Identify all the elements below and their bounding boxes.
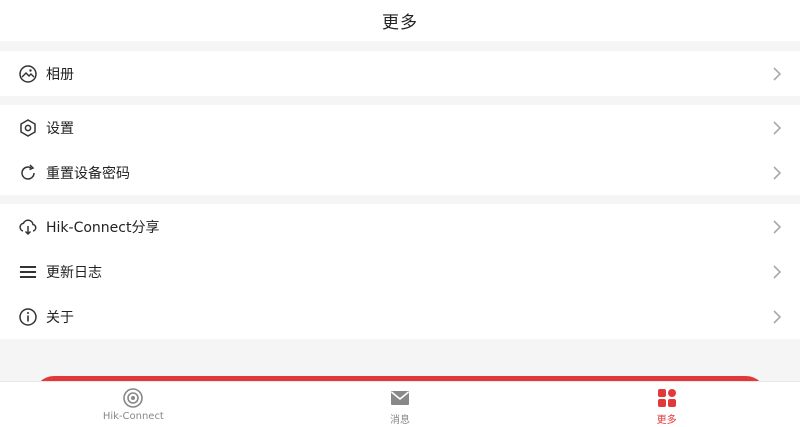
tab-label: Hik-Connect	[102, 411, 164, 422]
cloud-share-icon	[18, 217, 38, 237]
tab-more[interactable]: 更多	[533, 382, 800, 427]
tab-hik-connect[interactable]: Hik-Connect	[0, 382, 267, 427]
menu-item-album[interactable]: 相册	[0, 51, 800, 96]
chevron-right-icon	[772, 219, 782, 234]
menu-group-settings: 设置 重置设备密码	[0, 105, 800, 195]
reset-password-icon	[18, 163, 38, 183]
chevron-right-icon	[772, 309, 782, 324]
menu-item-label: Hik-Connect分享	[46, 219, 160, 236]
chevron-right-icon	[772, 120, 782, 135]
tab-messages[interactable]: 消息	[267, 382, 534, 427]
header-bar: 更多	[0, 0, 800, 41]
menu-item-settings[interactable]: 设置	[0, 105, 800, 150]
menu-item-hik-connect-share[interactable]: Hik-Connect分享	[0, 204, 800, 249]
menu-item-label: 重置设备密码	[46, 165, 130, 182]
chevron-right-icon	[772, 165, 782, 180]
menu-item-label: 关于	[46, 309, 74, 326]
camera-icon	[122, 387, 144, 409]
menu-group-album: 相册	[0, 51, 800, 96]
list-icon	[18, 262, 38, 282]
menu-item-label: 设置	[46, 120, 74, 137]
menu-item-label: 更新日志	[46, 264, 102, 281]
mail-icon	[389, 387, 411, 409]
grid-more-icon	[656, 387, 678, 409]
menu-item-reset-password[interactable]: 重置设备密码	[0, 150, 800, 195]
menu-item-label: 相册	[46, 66, 74, 83]
menu-group-info: Hik-Connect分享 更新日志 关于	[0, 204, 800, 339]
tab-label: 更多	[656, 415, 677, 426]
chevron-right-icon	[772, 66, 782, 81]
bottom-tab-bar: Hik-Connect 消息 更多	[0, 381, 800, 427]
chevron-right-icon	[772, 264, 782, 279]
tab-label: 消息	[390, 415, 410, 426]
menu-item-about[interactable]: 关于	[0, 294, 800, 339]
page-title: 更多	[382, 13, 418, 33]
album-icon	[18, 64, 38, 84]
settings-icon	[18, 118, 38, 138]
info-icon	[18, 307, 38, 327]
menu-item-changelog[interactable]: 更新日志	[0, 249, 800, 294]
